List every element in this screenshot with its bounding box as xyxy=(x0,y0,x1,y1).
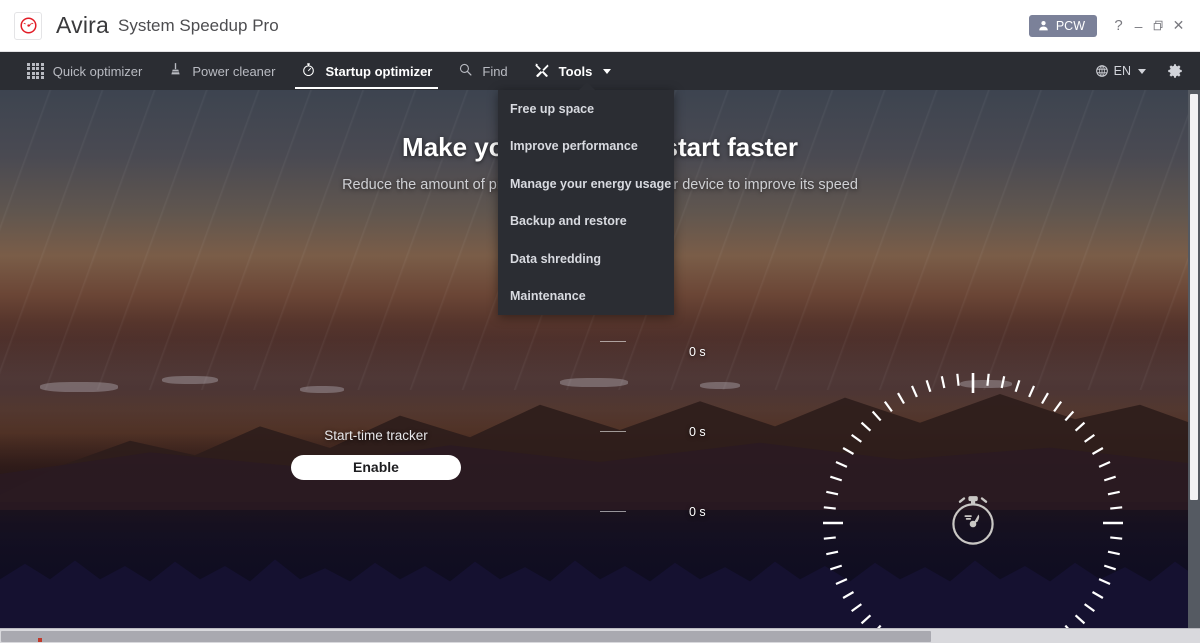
stopwatch-icon xyxy=(944,492,1002,555)
stopwatch-icon xyxy=(301,62,316,80)
title-bar: Avira System Speedup Pro PCW ? – ✕ xyxy=(0,0,1200,52)
chevron-down-icon xyxy=(1138,68,1146,74)
nav-item-tools[interactable]: Tools xyxy=(521,52,625,90)
broom-icon xyxy=(168,62,183,80)
vertical-scrollbar[interactable] xyxy=(1188,90,1200,628)
avira-speedometer-icon xyxy=(14,11,42,40)
restore-icon[interactable] xyxy=(1149,14,1168,38)
nav-label: Power cleaner xyxy=(192,63,276,79)
grid-icon xyxy=(27,62,44,80)
nav-item-power-cleaner[interactable]: Power cleaner xyxy=(155,52,288,90)
horizontal-scrollbar[interactable] xyxy=(0,628,1200,643)
menu-item-improve-performance[interactable]: Improve performance xyxy=(498,128,674,166)
menu-item-maintenance[interactable]: Maintenance xyxy=(498,278,674,316)
globe-icon xyxy=(1095,65,1108,77)
account-label: PCW xyxy=(1055,18,1085,33)
gridline xyxy=(600,511,626,512)
snow-patch xyxy=(162,376,218,384)
snow-patch xyxy=(40,382,118,392)
start-time-tracker: Start-time tracker Enable xyxy=(291,428,461,480)
nav-label: Tools xyxy=(558,63,593,79)
enable-button[interactable]: Enable xyxy=(291,455,461,480)
nav-item-find[interactable]: Find xyxy=(445,52,520,90)
menu-item-manage-energy-usage[interactable]: Manage your energy usage xyxy=(498,165,674,203)
tools-dropdown-menu: Free up space Improve performance Manage… xyxy=(498,90,674,315)
start-time-gauge xyxy=(817,367,1129,643)
language-label: EN xyxy=(1113,64,1131,78)
window-controls: ? – ✕ xyxy=(1109,14,1188,38)
nav-label: Find xyxy=(482,63,508,79)
nav-label: Startup optimizer xyxy=(325,63,433,79)
gear-icon xyxy=(1168,64,1182,78)
brand-name: Avira xyxy=(56,12,109,38)
dropdown-arrow xyxy=(578,82,596,91)
readout-value-1: 0 s xyxy=(689,345,706,359)
gridline xyxy=(600,341,626,342)
settings-button[interactable] xyxy=(1166,62,1184,80)
status-dot xyxy=(38,638,42,642)
product-name: System Speedup Pro xyxy=(118,15,279,35)
menu-item-backup-and-restore[interactable]: Backup and restore xyxy=(498,203,674,241)
gridline xyxy=(600,431,626,432)
nav-label: Quick optimizer xyxy=(52,63,143,79)
language-selector[interactable]: EN xyxy=(1095,64,1146,78)
horizontal-scrollbar-thumb[interactable] xyxy=(1,631,931,642)
nav-item-startup-optimizer[interactable]: Startup optimizer xyxy=(288,52,445,90)
account-button[interactable]: PCW xyxy=(1028,14,1097,37)
chevron-down-icon xyxy=(603,68,612,74)
titlebar-controls: PCW ? – ✕ xyxy=(1028,14,1200,38)
menu-item-data-shredding[interactable]: Data shredding xyxy=(498,240,674,278)
close-icon[interactable]: ✕ xyxy=(1169,14,1188,38)
brand: Avira System Speedup Pro xyxy=(0,11,279,40)
nav-item-quick-optimizer[interactable]: Quick optimizer xyxy=(14,52,155,90)
tracker-label: Start-time tracker xyxy=(324,428,428,443)
help-icon[interactable]: ? xyxy=(1109,14,1128,38)
user-icon xyxy=(1039,21,1048,31)
snow-patch xyxy=(560,378,628,387)
vertical-scrollbar-thumb[interactable] xyxy=(1190,94,1198,500)
nav-right-controls: EN xyxy=(1095,62,1200,80)
search-icon xyxy=(458,62,473,80)
readout-value-2: 0 s xyxy=(689,425,706,439)
tools-icon xyxy=(534,62,550,81)
snow-patch xyxy=(700,382,740,389)
main-navigation: Quick optimizer Power cleaner Startup op… xyxy=(0,52,1200,90)
minimize-icon[interactable]: – xyxy=(1129,14,1148,38)
readout-value-3: 0 s xyxy=(689,505,706,519)
snow-patch xyxy=(300,386,344,393)
menu-item-free-up-space[interactable]: Free up space xyxy=(498,90,674,128)
